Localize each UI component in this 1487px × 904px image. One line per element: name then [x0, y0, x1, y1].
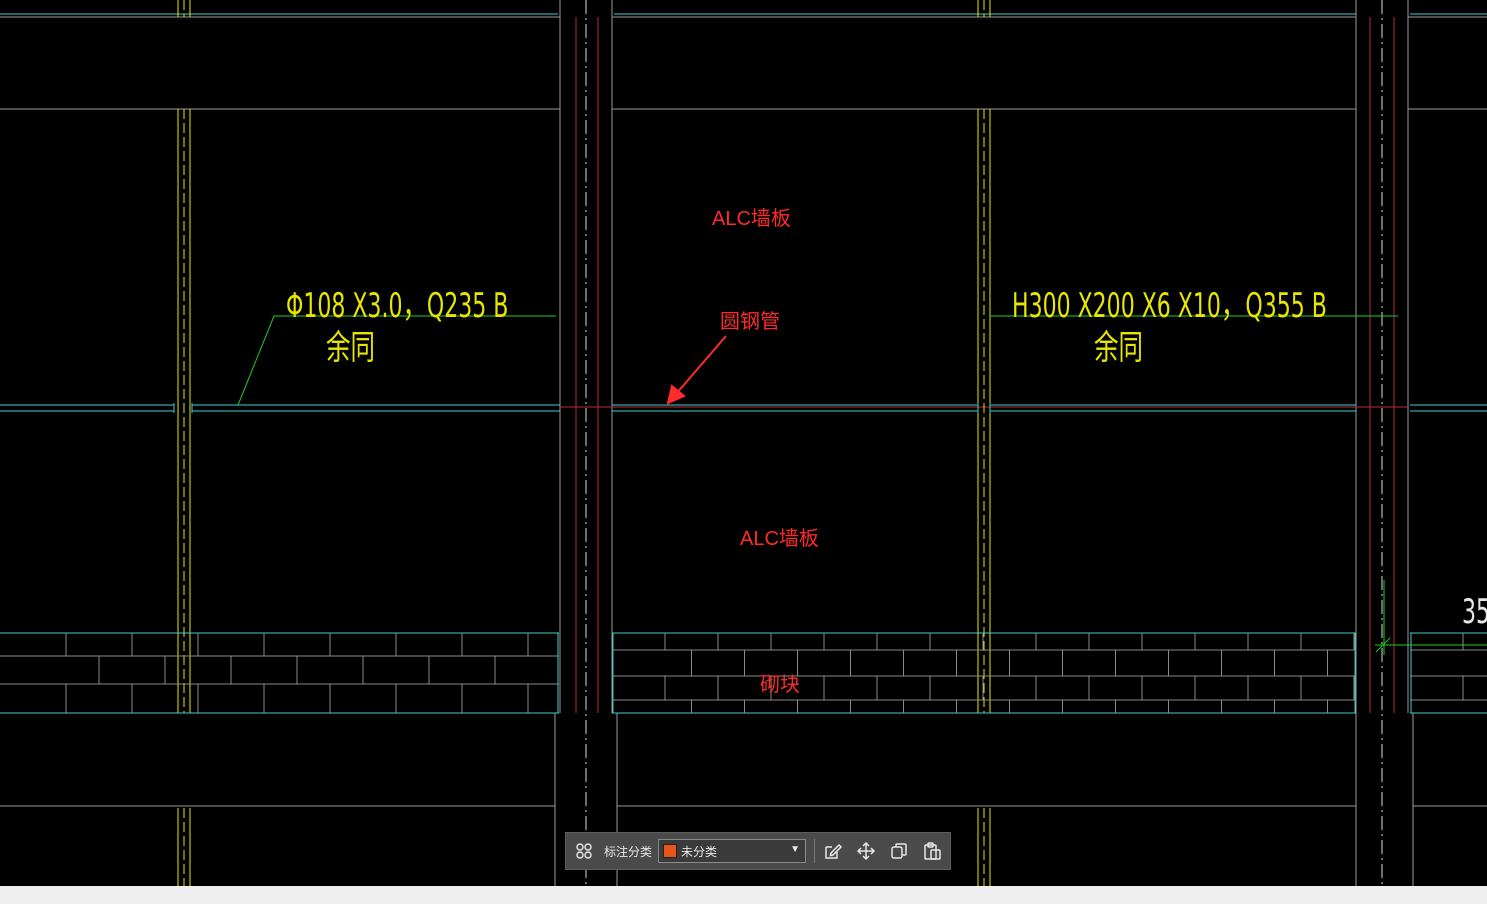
category-select-value: 未分类	[681, 844, 718, 859]
edge-partial-label: 35	[1462, 592, 1487, 632]
chevron-down-icon: ▼	[790, 844, 801, 855]
block-annotation[interactable]: 砌块	[760, 668, 800, 697]
secondary-column-centerlines	[183, 0, 985, 886]
left-note-label: 余同	[326, 328, 375, 368]
category-select[interactable]: 未分类 ▼	[658, 839, 807, 863]
cad-drawing-svg	[0, 0, 1487, 886]
status-bar	[0, 886, 1487, 904]
right-spec-label: H300 X200 X6 X10，Q355 B	[1012, 286, 1327, 326]
annotation-arrow	[666, 335, 727, 405]
secondary-columns	[177, 0, 991, 886]
steel-tube-annotation[interactable]: 圆钢管	[720, 305, 780, 334]
left-spec-label: Φ108 X3.0，Q235 B	[286, 286, 509, 326]
right-note-label: 余同	[1094, 328, 1143, 368]
steel-tube	[0, 403, 1487, 413]
category-color-swatch	[663, 844, 678, 858]
grid-menu-icon[interactable]	[570, 837, 598, 865]
alc-wall-annotation-bottom[interactable]: ALC墙板	[740, 522, 819, 551]
category-label: 标注分类	[604, 844, 653, 859]
alc-wall-annotation-top[interactable]: ALC墙板	[712, 202, 791, 231]
copy-icon[interactable]	[885, 837, 913, 865]
cad-drawing-canvas[interactable]: Φ108 X3.0，Q235 B 余同 H300 X200 X6 X10，Q35…	[0, 0, 1487, 886]
paste-icon[interactable]	[918, 837, 946, 865]
brick-wall	[0, 632, 1487, 714]
top-beam	[0, 16, 1487, 110]
move-icon[interactable]	[852, 837, 880, 865]
edit-icon[interactable]	[819, 837, 847, 865]
leader-lines	[237, 315, 1487, 655]
annotation-toolbar: 标注分类 未分类 ▼	[565, 832, 951, 870]
toolbar-divider	[814, 839, 816, 863]
